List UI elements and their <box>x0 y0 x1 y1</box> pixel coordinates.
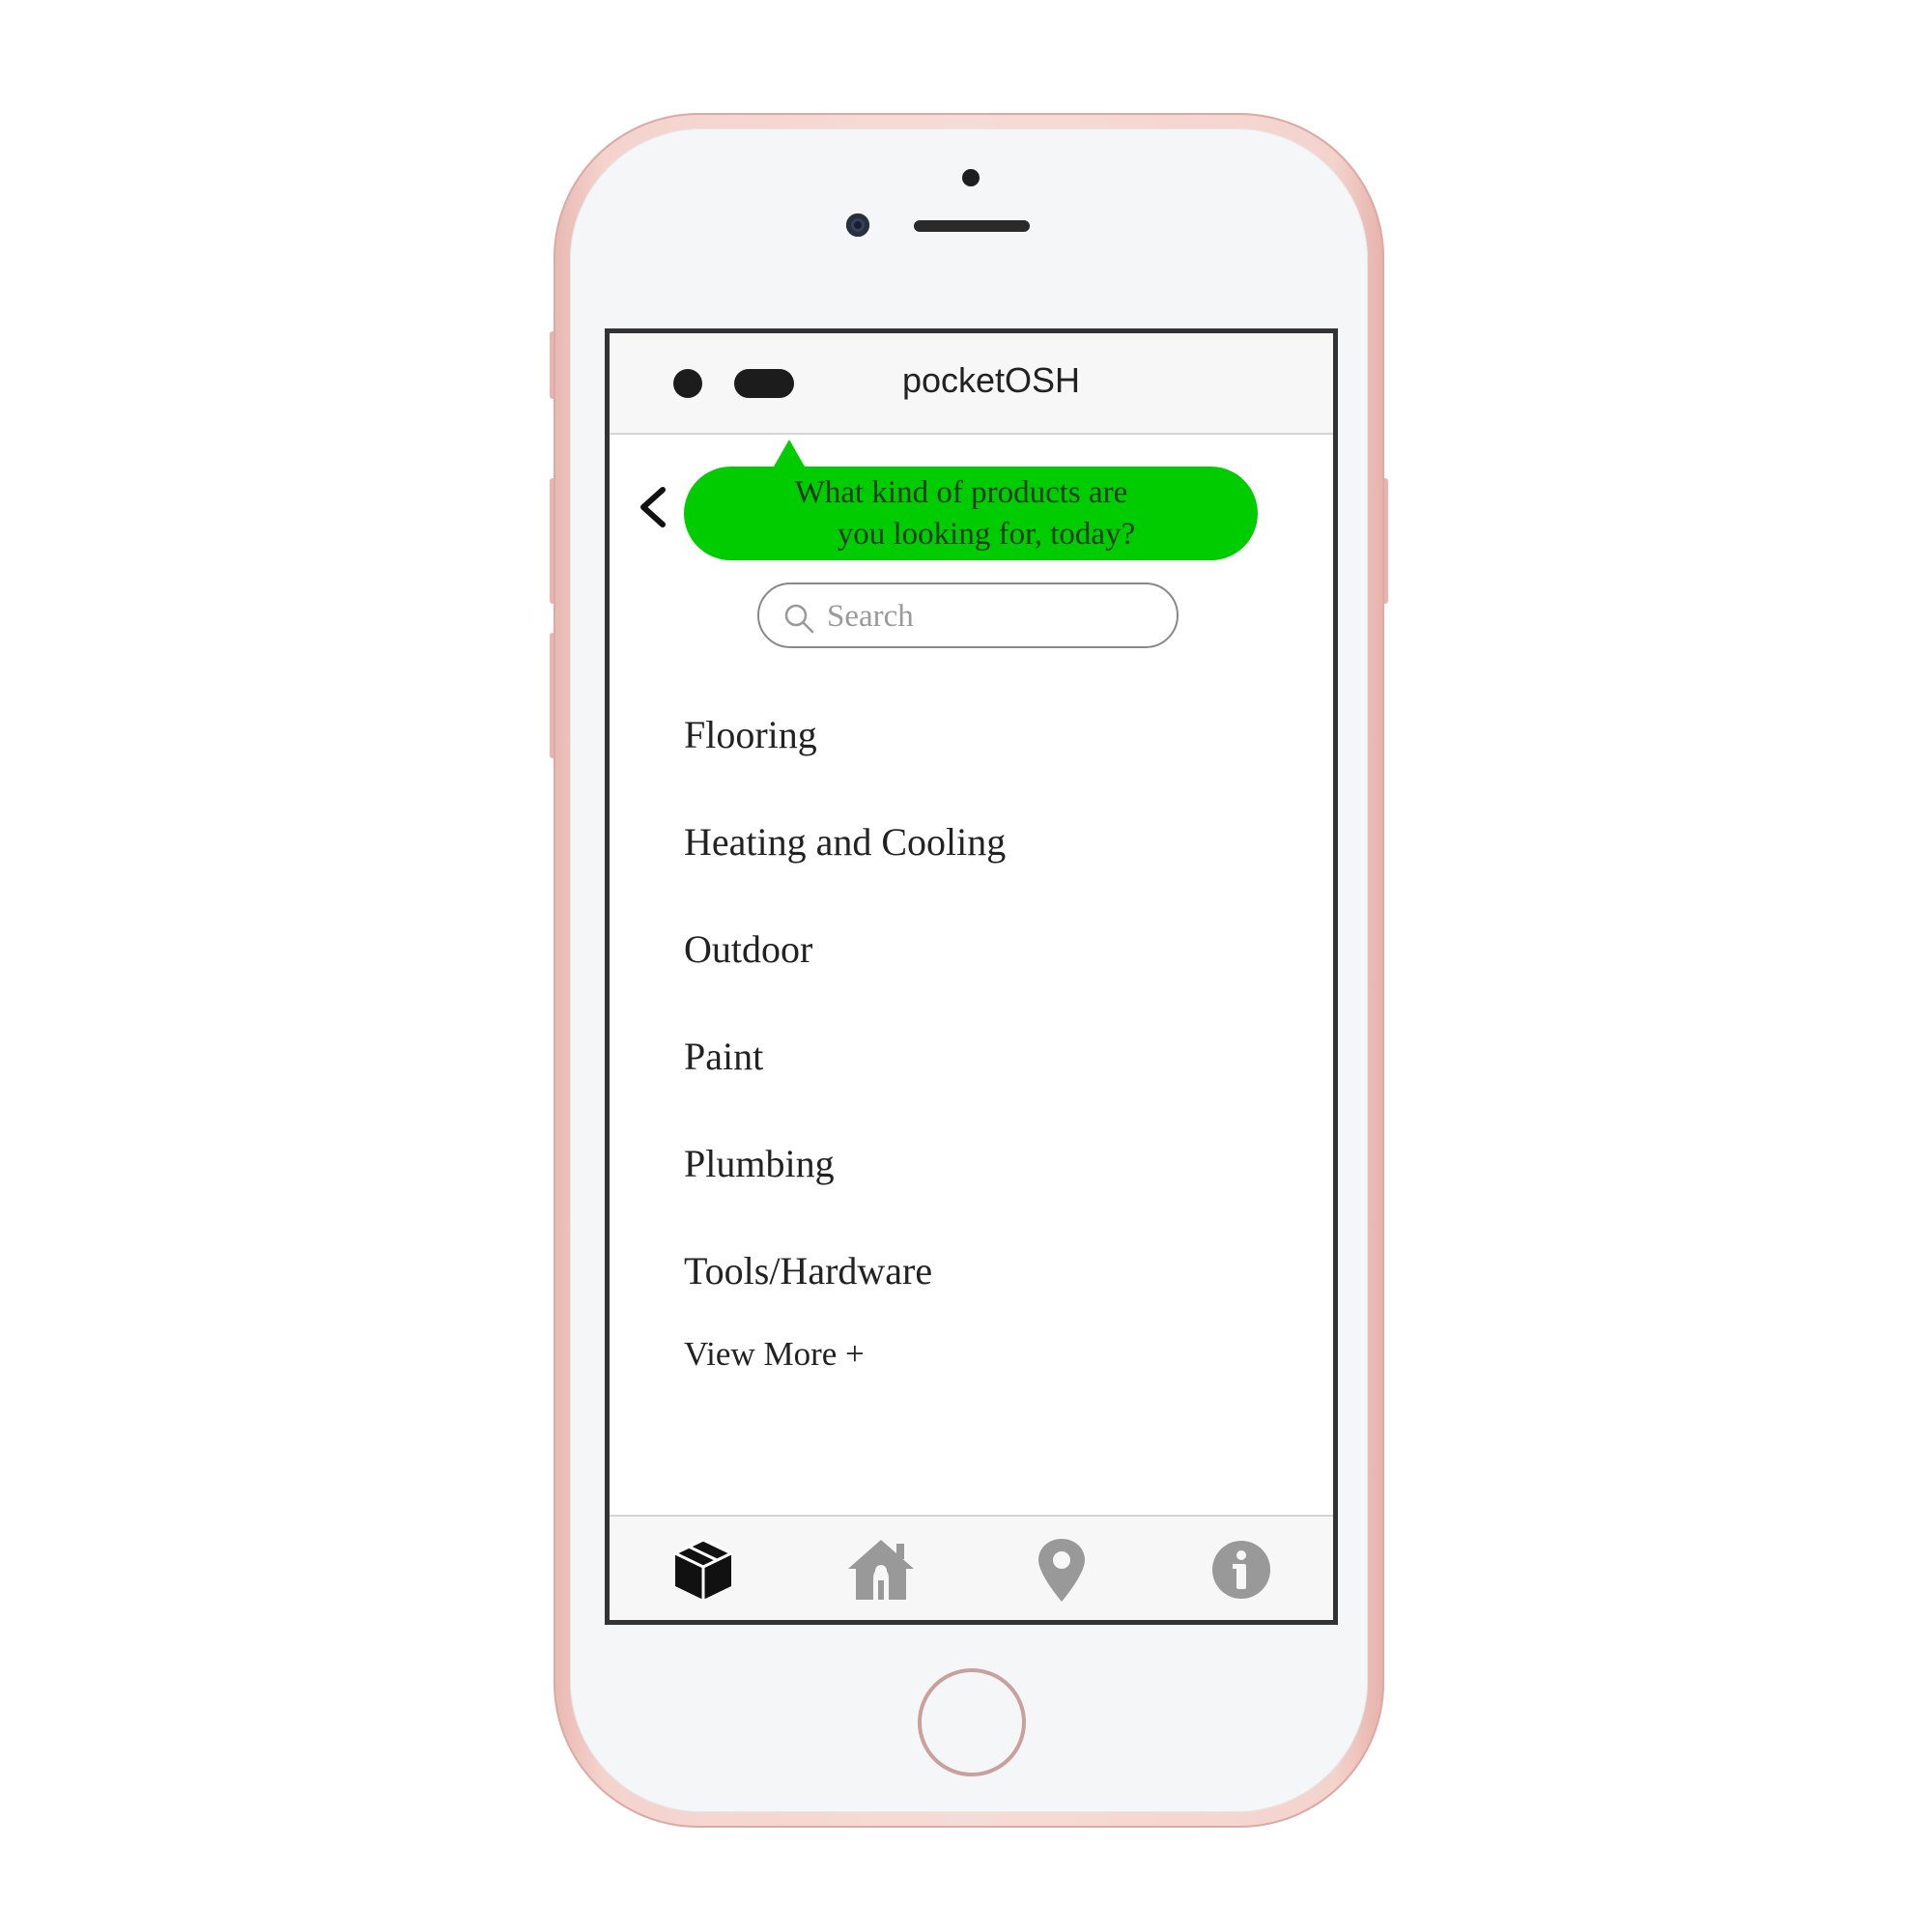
title-bar: pocketOSH <box>610 333 1333 435</box>
app-title: pocketOSH <box>901 360 1081 400</box>
back-button[interactable] <box>634 481 672 533</box>
prompt-text: What kind of products are you looking fo… <box>749 472 1174 555</box>
prompt-line-1: What kind of products are <box>794 474 1128 510</box>
category-list: Flooring Heating and Cooling Outdoor Pai… <box>684 681 1314 1324</box>
home-button[interactable] <box>918 1668 1026 1776</box>
category-item-flooring[interactable]: Flooring <box>684 681 1314 788</box>
tab-products[interactable] <box>666 1532 741 1607</box>
category-item-outdoor[interactable]: Outdoor <box>684 895 1314 1003</box>
tab-bar <box>610 1515 1333 1620</box>
chevron-left-icon <box>640 487 666 527</box>
search-icon <box>784 604 814 634</box>
category-item-heating-cooling[interactable]: Heating and Cooling <box>684 788 1314 895</box>
earpiece-speaker <box>914 220 1030 232</box>
window-dot-icon <box>673 369 702 398</box>
home-repair-icon <box>848 1540 914 1600</box>
prompt-bubble: What kind of products are you looking fo… <box>684 467 1258 560</box>
category-item-plumbing[interactable]: Plumbing <box>684 1110 1314 1217</box>
front-camera-icon <box>846 213 869 237</box>
category-item-tools-hardware[interactable]: Tools/Hardware <box>684 1217 1314 1324</box>
search-input[interactable] <box>825 592 1157 640</box>
location-pin-icon <box>1038 1539 1085 1602</box>
search-box[interactable] <box>757 582 1179 648</box>
tab-info[interactable] <box>1204 1532 1279 1607</box>
app-screen: pocketOSH What kind of products are you … <box>605 328 1338 1625</box>
speech-bubble-tail <box>774 440 805 467</box>
box-icon <box>673 1538 733 1600</box>
view-more-link[interactable]: View More + <box>684 1335 865 1374</box>
tab-home-services[interactable] <box>843 1532 919 1607</box>
prompt-line-2: you looking for, today? <box>837 516 1136 552</box>
proximity-sensor <box>962 169 980 186</box>
category-item-paint[interactable]: Paint <box>684 1003 1314 1110</box>
info-icon <box>1212 1541 1270 1599</box>
window-pill-icon <box>734 369 794 398</box>
tab-locations[interactable] <box>1024 1532 1099 1607</box>
